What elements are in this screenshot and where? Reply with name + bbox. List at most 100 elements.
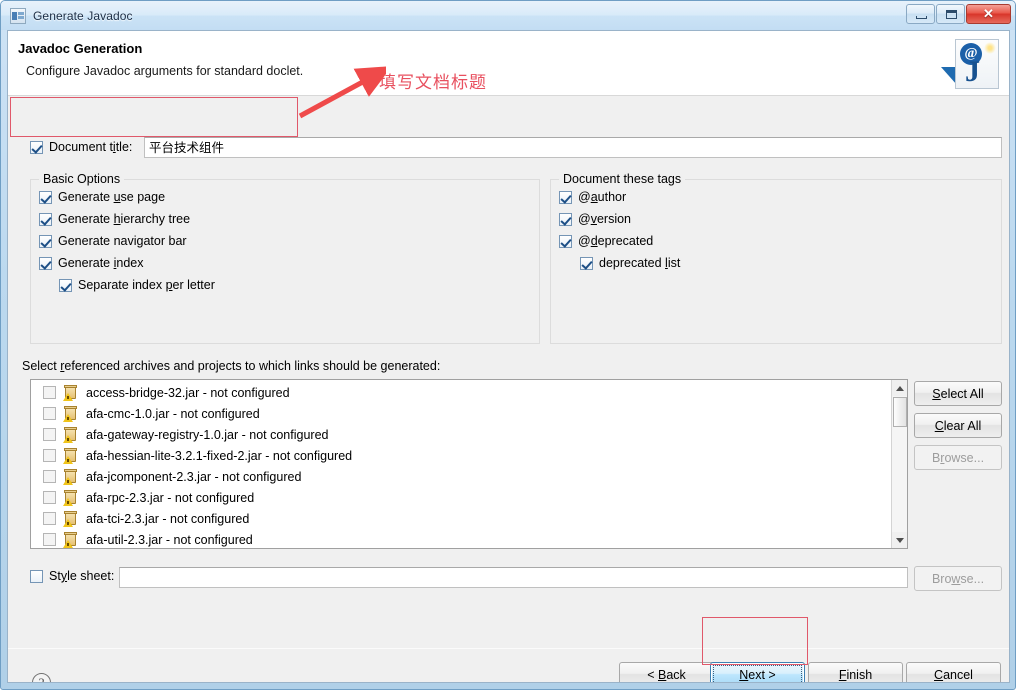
jar-icon: [63, 405, 79, 422]
stylesheet-checkbox[interactable]: [30, 569, 43, 583]
basic-options-legend: Basic Options: [39, 172, 125, 186]
checkbox-tag-author[interactable]: @author: [559, 190, 626, 204]
list-item-label: access-bridge-32.jar - not configured: [86, 385, 290, 400]
window-controls: ✕: [906, 4, 1011, 24]
cancel-button[interactable]: Cancel: [906, 662, 1001, 682]
back-button[interactable]: < Back: [619, 662, 714, 682]
window-title: Generate Javadoc: [33, 8, 133, 23]
browse-stylesheet-button[interactable]: Browse...: [914, 566, 1002, 591]
list-item[interactable]: afa-util-2.3.jar - not configured: [31, 529, 907, 548]
clear-all-button[interactable]: Clear All: [914, 413, 1002, 438]
javadoc-window-icon: [10, 7, 26, 24]
list-item-label: afa-util-2.3.jar - not configured: [86, 532, 253, 547]
referenced-archives-items: access-bridge-32.jar - not configured af…: [31, 380, 907, 548]
checkbox-deprecated-list[interactable]: deprecated list: [580, 256, 680, 270]
checkbox-separate-index-per-letter[interactable]: Separate index per letter: [59, 278, 215, 292]
checkbox-icon[interactable]: [59, 278, 72, 292]
minimize-icon: [916, 16, 927, 19]
list-item-checkbox[interactable]: [43, 470, 56, 483]
checkbox-tag-version[interactable]: @version: [559, 212, 631, 226]
list-item[interactable]: afa-hessian-lite-3.2.1-fixed-2.jar - not…: [31, 445, 907, 466]
list-item[interactable]: afa-rpc-2.3.jar - not configured: [31, 487, 907, 508]
checkbox-tag-deprecated[interactable]: @deprecated: [559, 234, 653, 248]
scrollbar-thumb[interactable]: [893, 397, 907, 427]
jar-icon: [63, 510, 79, 527]
maximize-button[interactable]: [936, 4, 965, 24]
document-title-label: Document title:: [49, 140, 133, 154]
document-tags-legend: Document these tags: [559, 172, 686, 186]
document-title-value: 平台技术组件: [149, 141, 225, 155]
scroll-down-arrow-icon[interactable]: [892, 532, 907, 548]
jar-icon: [63, 489, 79, 506]
list-item-label: afa-hessian-lite-3.2.1-fixed-2.jar - not…: [86, 448, 353, 463]
list-vertical-scrollbar[interactable]: [891, 380, 907, 548]
checkbox-icon[interactable]: [39, 190, 52, 204]
annotation-label: 填写文档标题: [379, 73, 487, 93]
close-icon: ✕: [983, 6, 994, 21]
list-item-label: afa-tci-2.3.jar - not configured: [86, 511, 250, 526]
list-item-checkbox[interactable]: [43, 386, 56, 399]
list-item-label: afa-jcomponent-2.3.jar - not configured: [86, 469, 302, 484]
checkbox-generate-hierarchy-tree[interactable]: Generate hierarchy tree: [39, 212, 190, 226]
jar-icon: [63, 531, 79, 548]
jar-icon: [63, 468, 79, 485]
stylesheet-input[interactable]: [119, 567, 908, 588]
footer-separator: [8, 648, 1009, 649]
checkbox-icon[interactable]: [39, 234, 52, 248]
list-item-checkbox[interactable]: [43, 428, 56, 441]
list-item-label: afa-cmc-1.0.jar - not configured: [86, 406, 260, 421]
scroll-up-arrow-icon[interactable]: [892, 380, 907, 396]
letter-j-icon: J: [965, 55, 980, 88]
wizard-header: Javadoc Generation Configure Javadoc arg…: [8, 31, 1009, 96]
list-item[interactable]: afa-tci-2.3.jar - not configured: [31, 508, 907, 529]
document-title-checkbox-group[interactable]: Document title:: [30, 140, 132, 154]
checkbox-icon[interactable]: [580, 256, 593, 270]
list-item[interactable]: afa-jcomponent-2.3.jar - not configured: [31, 466, 907, 487]
jar-icon: [63, 384, 79, 401]
document-title-input[interactable]: 平台技术组件: [144, 137, 1002, 158]
generate-javadoc-window: Generate Javadoc ✕ Javadoc Generation Co…: [0, 0, 1016, 690]
stylesheet-row: Style sheet:: [30, 569, 114, 583]
page-title: Javadoc Generation: [18, 41, 143, 56]
jar-icon: [63, 447, 79, 464]
checkbox-icon[interactable]: [559, 212, 572, 226]
focus-ring: [713, 665, 802, 682]
close-button[interactable]: ✕: [966, 4, 1011, 24]
jar-icon: [63, 426, 79, 443]
basic-options-group: Basic Options Generate use page Generate…: [30, 172, 540, 344]
dialog-client-area: Javadoc Generation Configure Javadoc arg…: [7, 30, 1010, 683]
document-tags-group: Document these tags @author @version @de…: [550, 172, 1002, 344]
references-label: Select referenced archives and projects …: [22, 359, 441, 373]
sparkle-icon: [984, 42, 996, 54]
maximize-icon: [946, 10, 957, 19]
list-item-label: afa-gateway-registry-1.0.jar - not confi…: [86, 427, 329, 442]
referenced-archives-list[interactable]: access-bridge-32.jar - not configured af…: [30, 379, 908, 549]
checkbox-icon[interactable]: [39, 212, 52, 226]
checkbox-generate-navigator-bar[interactable]: Generate navigator bar: [39, 234, 187, 248]
page-subtitle: Configure Javadoc arguments for standard…: [26, 64, 304, 78]
checkbox-generate-use-page[interactable]: Generate use page: [39, 190, 165, 204]
next-button[interactable]: Next >: [710, 662, 805, 682]
list-item[interactable]: afa-cmc-1.0.jar - not configured: [31, 403, 907, 424]
list-item-checkbox[interactable]: [43, 407, 56, 420]
finish-button[interactable]: Finish: [808, 662, 903, 682]
checkbox-generate-index[interactable]: Generate index: [39, 256, 143, 270]
javadoc-banner-icon: @ J: [955, 39, 999, 89]
document-title-row: Document title: 平台技术组件: [8, 133, 1009, 165]
document-title-checkbox[interactable]: [30, 140, 43, 154]
stylesheet-label: Style sheet:: [49, 569, 115, 583]
list-item-checkbox[interactable]: [43, 491, 56, 504]
list-item-checkbox[interactable]: [43, 512, 56, 525]
list-item[interactable]: access-bridge-32.jar - not configured: [31, 382, 907, 403]
checkbox-icon[interactable]: [39, 256, 52, 270]
list-item-checkbox[interactable]: [43, 533, 56, 546]
checkbox-icon[interactable]: [559, 190, 572, 204]
checkbox-icon[interactable]: [559, 234, 572, 248]
select-all-button[interactable]: Select All: [914, 381, 1002, 406]
list-item[interactable]: afa-gateway-registry-1.0.jar - not confi…: [31, 424, 907, 445]
list-item-checkbox[interactable]: [43, 449, 56, 462]
browse-archives-button[interactable]: Browse...: [914, 445, 1002, 470]
list-item-label: afa-rpc-2.3.jar - not configured: [86, 490, 255, 505]
minimize-button[interactable]: [906, 4, 935, 24]
window-titlebar[interactable]: Generate Javadoc ✕: [1, 1, 1015, 30]
